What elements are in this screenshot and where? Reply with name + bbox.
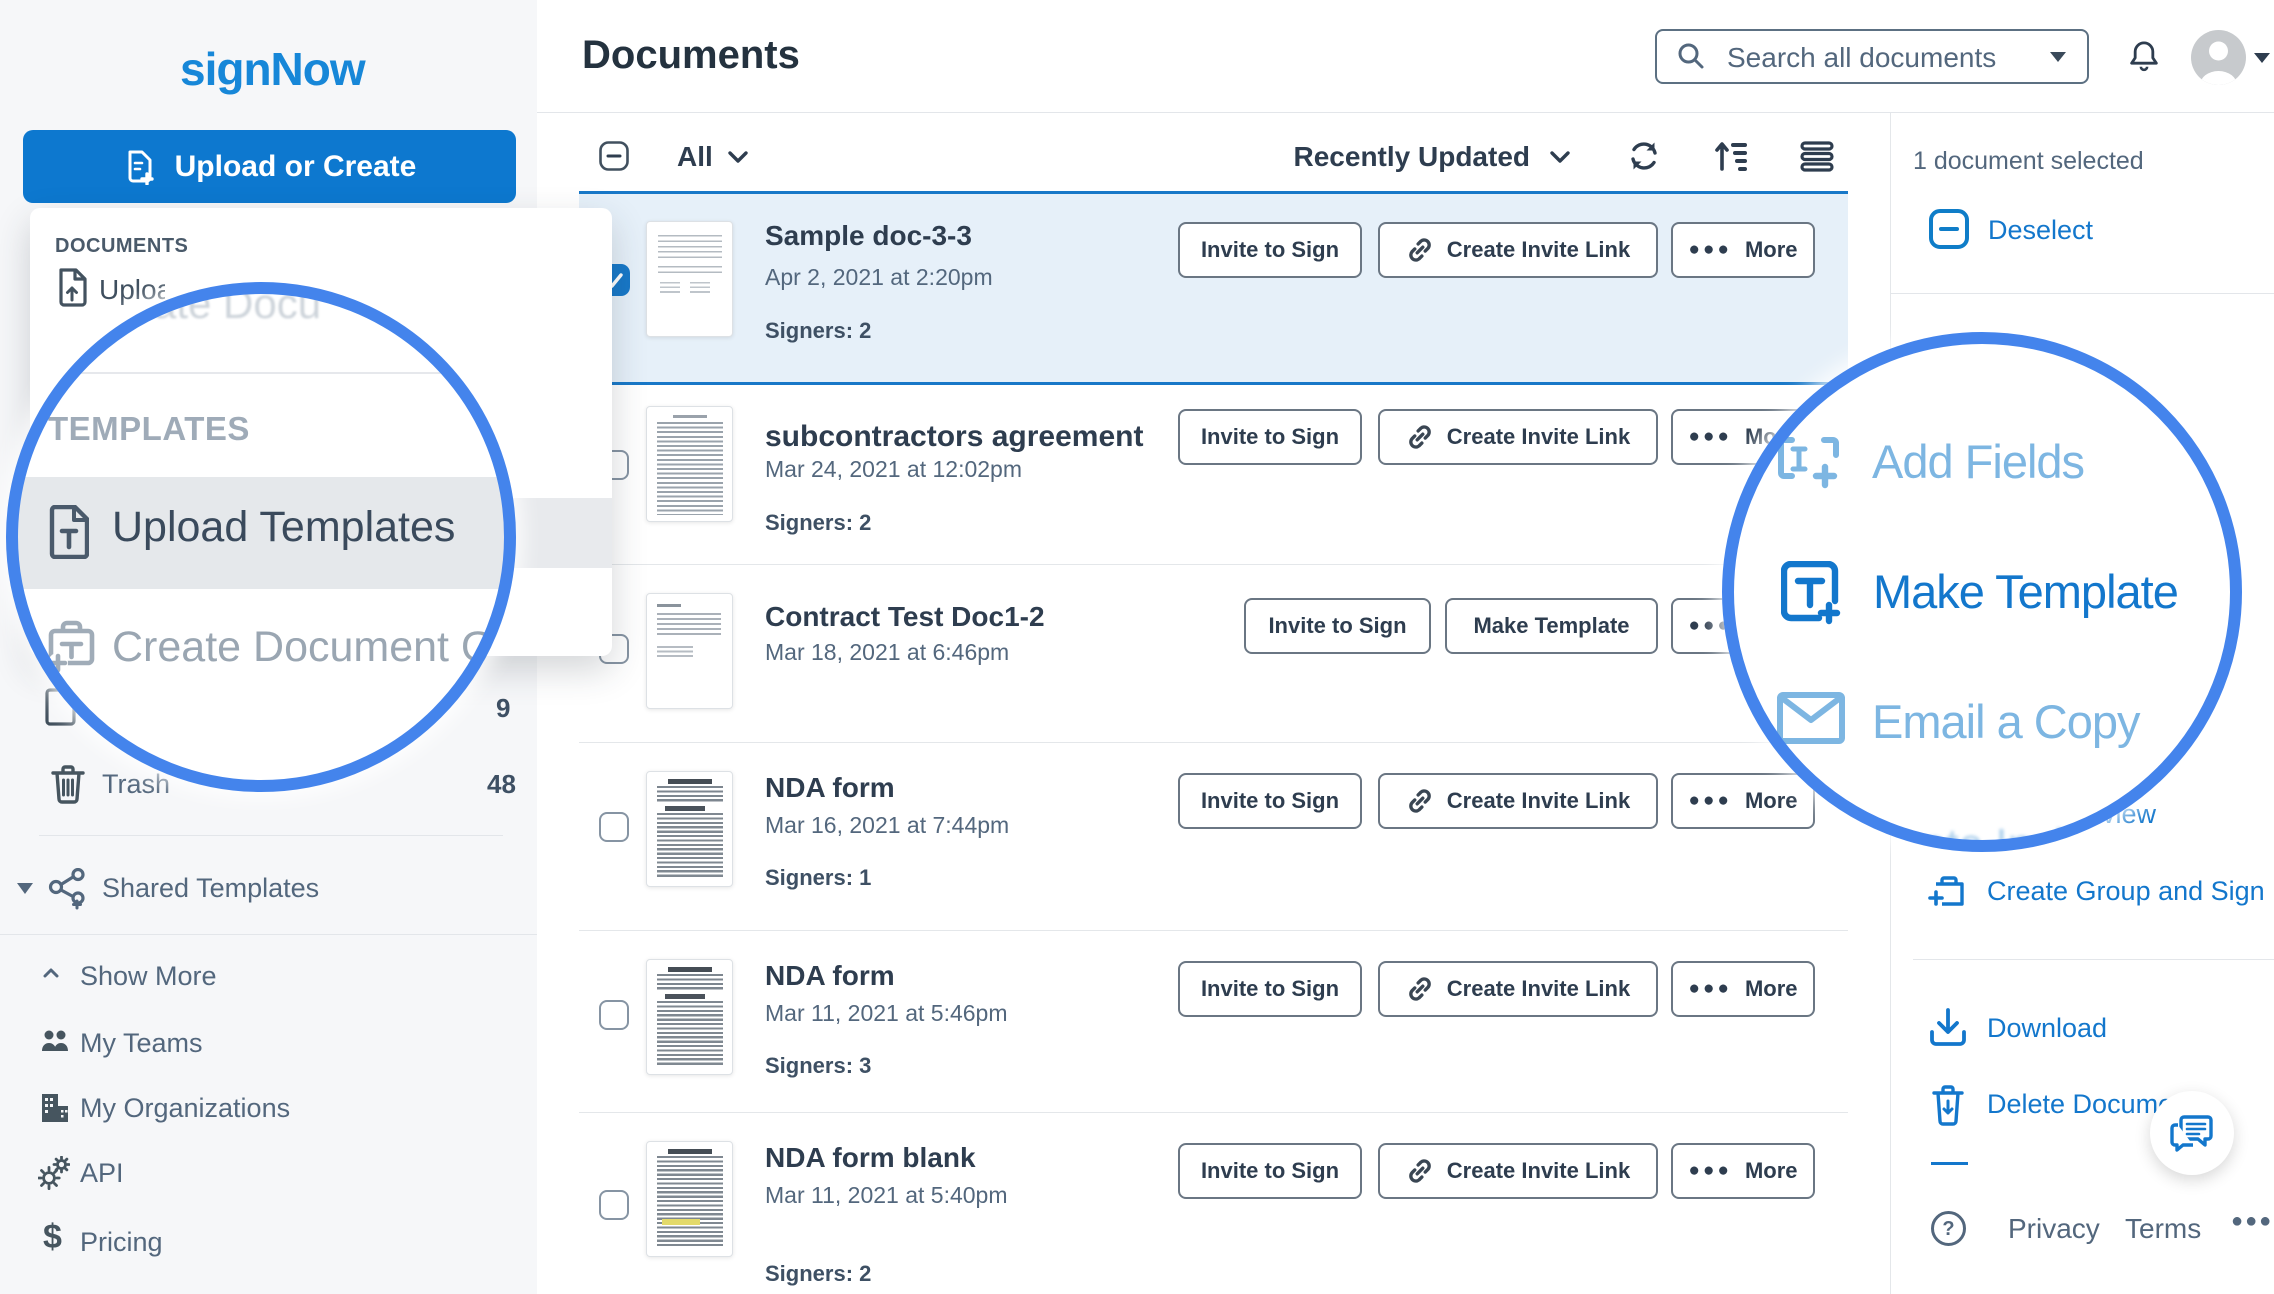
- svg-text:?: ?: [1942, 1218, 1954, 1240]
